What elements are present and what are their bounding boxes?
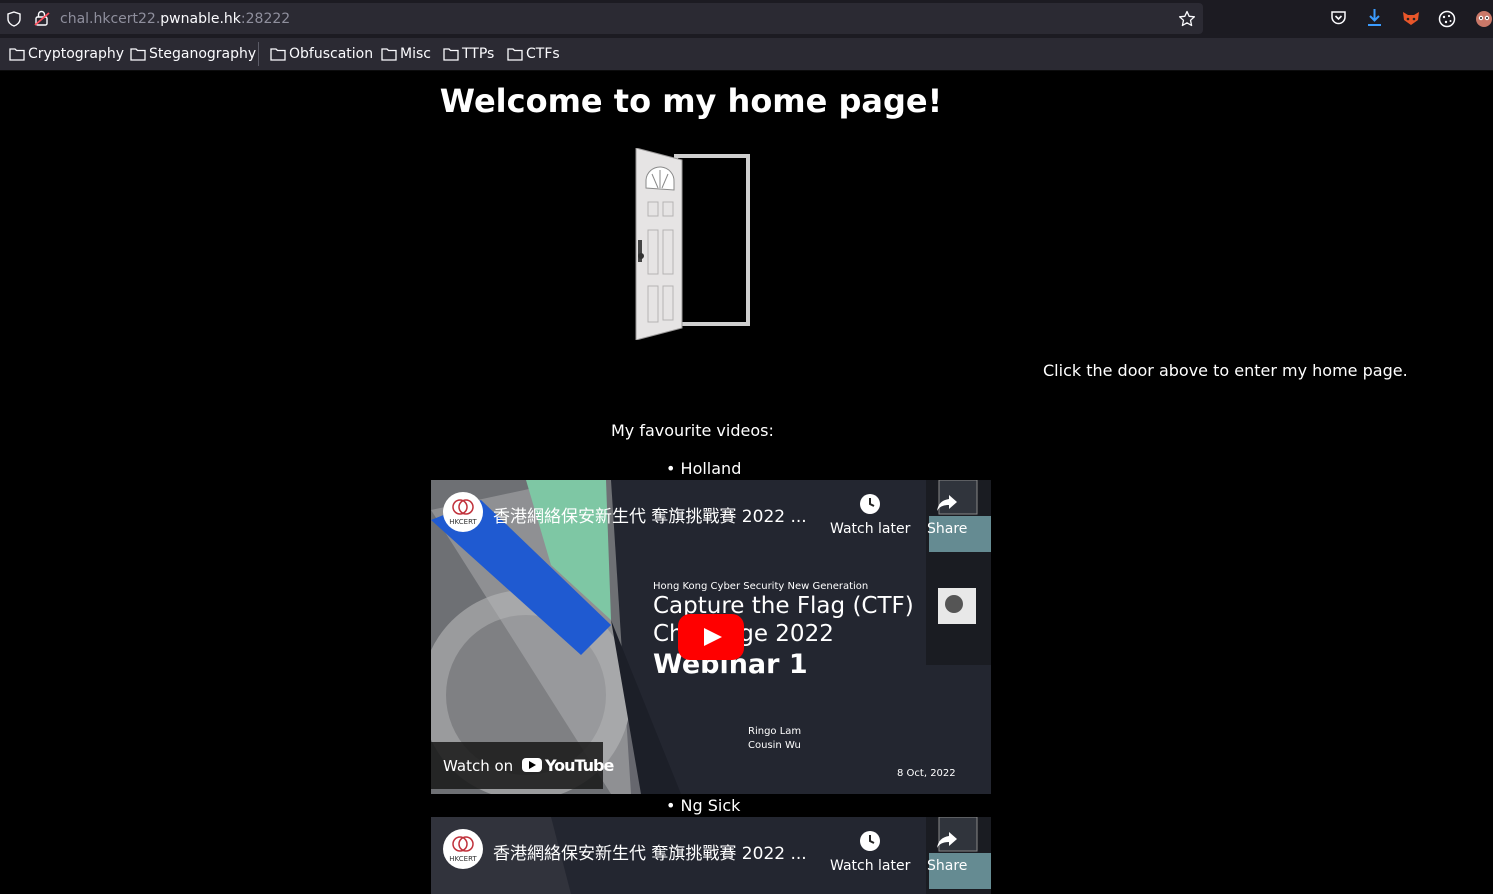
- watch-later-label: Watch later: [830, 858, 911, 874]
- video-title-link[interactable]: 香港網絡保安新生代 奪旗挑戰賽 2022 ...: [493, 839, 807, 864]
- youtube-embed[interactable]: HKCERT 香港網絡保安新生代 奪旗挑戰賽 2022 ... Watch la…: [431, 817, 991, 894]
- play-button[interactable]: [678, 614, 744, 660]
- bookmark-label: Steganography: [149, 46, 257, 62]
- url-bar[interactable]: chal.hkcert22.pwnable.hk:28222: [0, 3, 1203, 34]
- clock-icon: [860, 494, 881, 514]
- youtube-embed[interactable]: HKCERT 香港網絡保安新生代 奪旗挑戰賽 2022 ... Watch la…: [431, 480, 991, 794]
- folder-icon: [507, 48, 523, 61]
- hkcert-channel-logo[interactable]: HKCERT: [443, 492, 483, 532]
- hkcert-channel-logo[interactable]: HKCERT: [443, 829, 483, 869]
- url-prefix: chal.hkcert22.: [60, 11, 161, 27]
- bookmark-label: CTFs: [526, 46, 560, 62]
- favourite-videos-label: My favourite videos:: [611, 421, 774, 440]
- bookmarks-separator: [258, 42, 259, 66]
- browser-toolbar: chal.hkcert22.pwnable.hk:28222: [0, 0, 1493, 38]
- insecure-lock-icon[interactable]: [34, 10, 50, 27]
- video-name: Ng Sick: [680, 796, 741, 815]
- bookmark-label: Obfuscation: [289, 46, 374, 62]
- share-label: Share: [927, 521, 968, 537]
- cookie-icon[interactable]: [1438, 10, 1456, 28]
- clock-icon: [860, 831, 881, 851]
- url-port: :28222: [240, 11, 291, 27]
- page-heading: Welcome to my home page!: [439, 82, 943, 120]
- bookmark-star-icon[interactable]: [1178, 10, 1196, 28]
- watch-later-button[interactable]: Watch later: [830, 493, 910, 537]
- presenter-name: Cousin Wu: [748, 740, 801, 751]
- url-host: pwnable.hk: [160, 11, 241, 27]
- door-caption: Click the door above to enter my home pa…: [1043, 361, 1408, 380]
- folder-icon: [130, 48, 146, 61]
- hkcert-logo-icon: [452, 836, 474, 852]
- folder-icon: [443, 48, 459, 61]
- foxyproxy-icon[interactable]: [1401, 9, 1421, 27]
- bookmark-folder-steganography[interactable]: Steganography: [130, 46, 256, 62]
- url-text[interactable]: chal.hkcert22.pwnable.hk:28222: [60, 11, 290, 27]
- channel-logo-text: HKCERT: [449, 855, 477, 863]
- share-button[interactable]: Share: [927, 830, 967, 874]
- bookmark-label: Misc: [400, 46, 431, 62]
- hkcert-logo-icon: [452, 499, 474, 515]
- video-title-link[interactable]: 香港網絡保安新生代 奪旗挑戰賽 2022 ...: [493, 502, 807, 527]
- folder-icon: [9, 48, 25, 61]
- extension-avatar-icon[interactable]: [1474, 9, 1493, 28]
- thumbnail-subtitle: Hong Kong Cyber Security New Generation: [653, 581, 869, 592]
- bookmark-folder-cryptography[interactable]: Cryptography: [9, 46, 124, 62]
- share-arrow-icon: [937, 495, 958, 511]
- bookmarks-toolbar: Cryptography Steganography Obfuscation M…: [0, 38, 1493, 71]
- pocket-icon[interactable]: [1330, 10, 1347, 26]
- downloads-icon[interactable]: [1366, 8, 1383, 27]
- video-name: Holland: [680, 459, 742, 478]
- watch-later-label: Watch later: [830, 521, 911, 537]
- folder-icon: [270, 48, 286, 61]
- youtube-wordmark: YouTube: [545, 756, 614, 775]
- share-arrow-icon: [937, 832, 958, 848]
- youtube-logo-icon: [522, 758, 542, 772]
- bookmark-label: Cryptography: [28, 46, 125, 62]
- channel-logo-text: HKCERT: [449, 518, 477, 526]
- bookmark-folder-obfuscation[interactable]: Obfuscation: [270, 46, 373, 62]
- video-list-item: • Holland: [666, 459, 742, 478]
- watch-on-label: Watch on: [443, 757, 514, 775]
- watch-on-youtube-button[interactable]: Watch on YouTube: [431, 742, 614, 789]
- bookmark-folder-misc[interactable]: Misc: [381, 46, 431, 62]
- bookmark-folder-ctfs[interactable]: CTFs: [507, 46, 560, 62]
- video-list-item: • Ng Sick: [666, 796, 741, 815]
- thumbnail-date: 8 Oct, 2022: [897, 768, 956, 779]
- watch-later-button[interactable]: Watch later: [830, 830, 910, 874]
- bookmark-label: TTPs: [462, 46, 495, 62]
- folder-icon: [381, 48, 397, 61]
- share-button[interactable]: Share: [927, 493, 967, 537]
- door-image-link[interactable]: [632, 148, 752, 340]
- shield-icon[interactable]: [7, 11, 21, 27]
- share-label: Share: [927, 858, 968, 874]
- presenter-name: Ringo Lam: [748, 726, 802, 737]
- bookmark-folder-ttps[interactable]: TTPs: [443, 46, 494, 62]
